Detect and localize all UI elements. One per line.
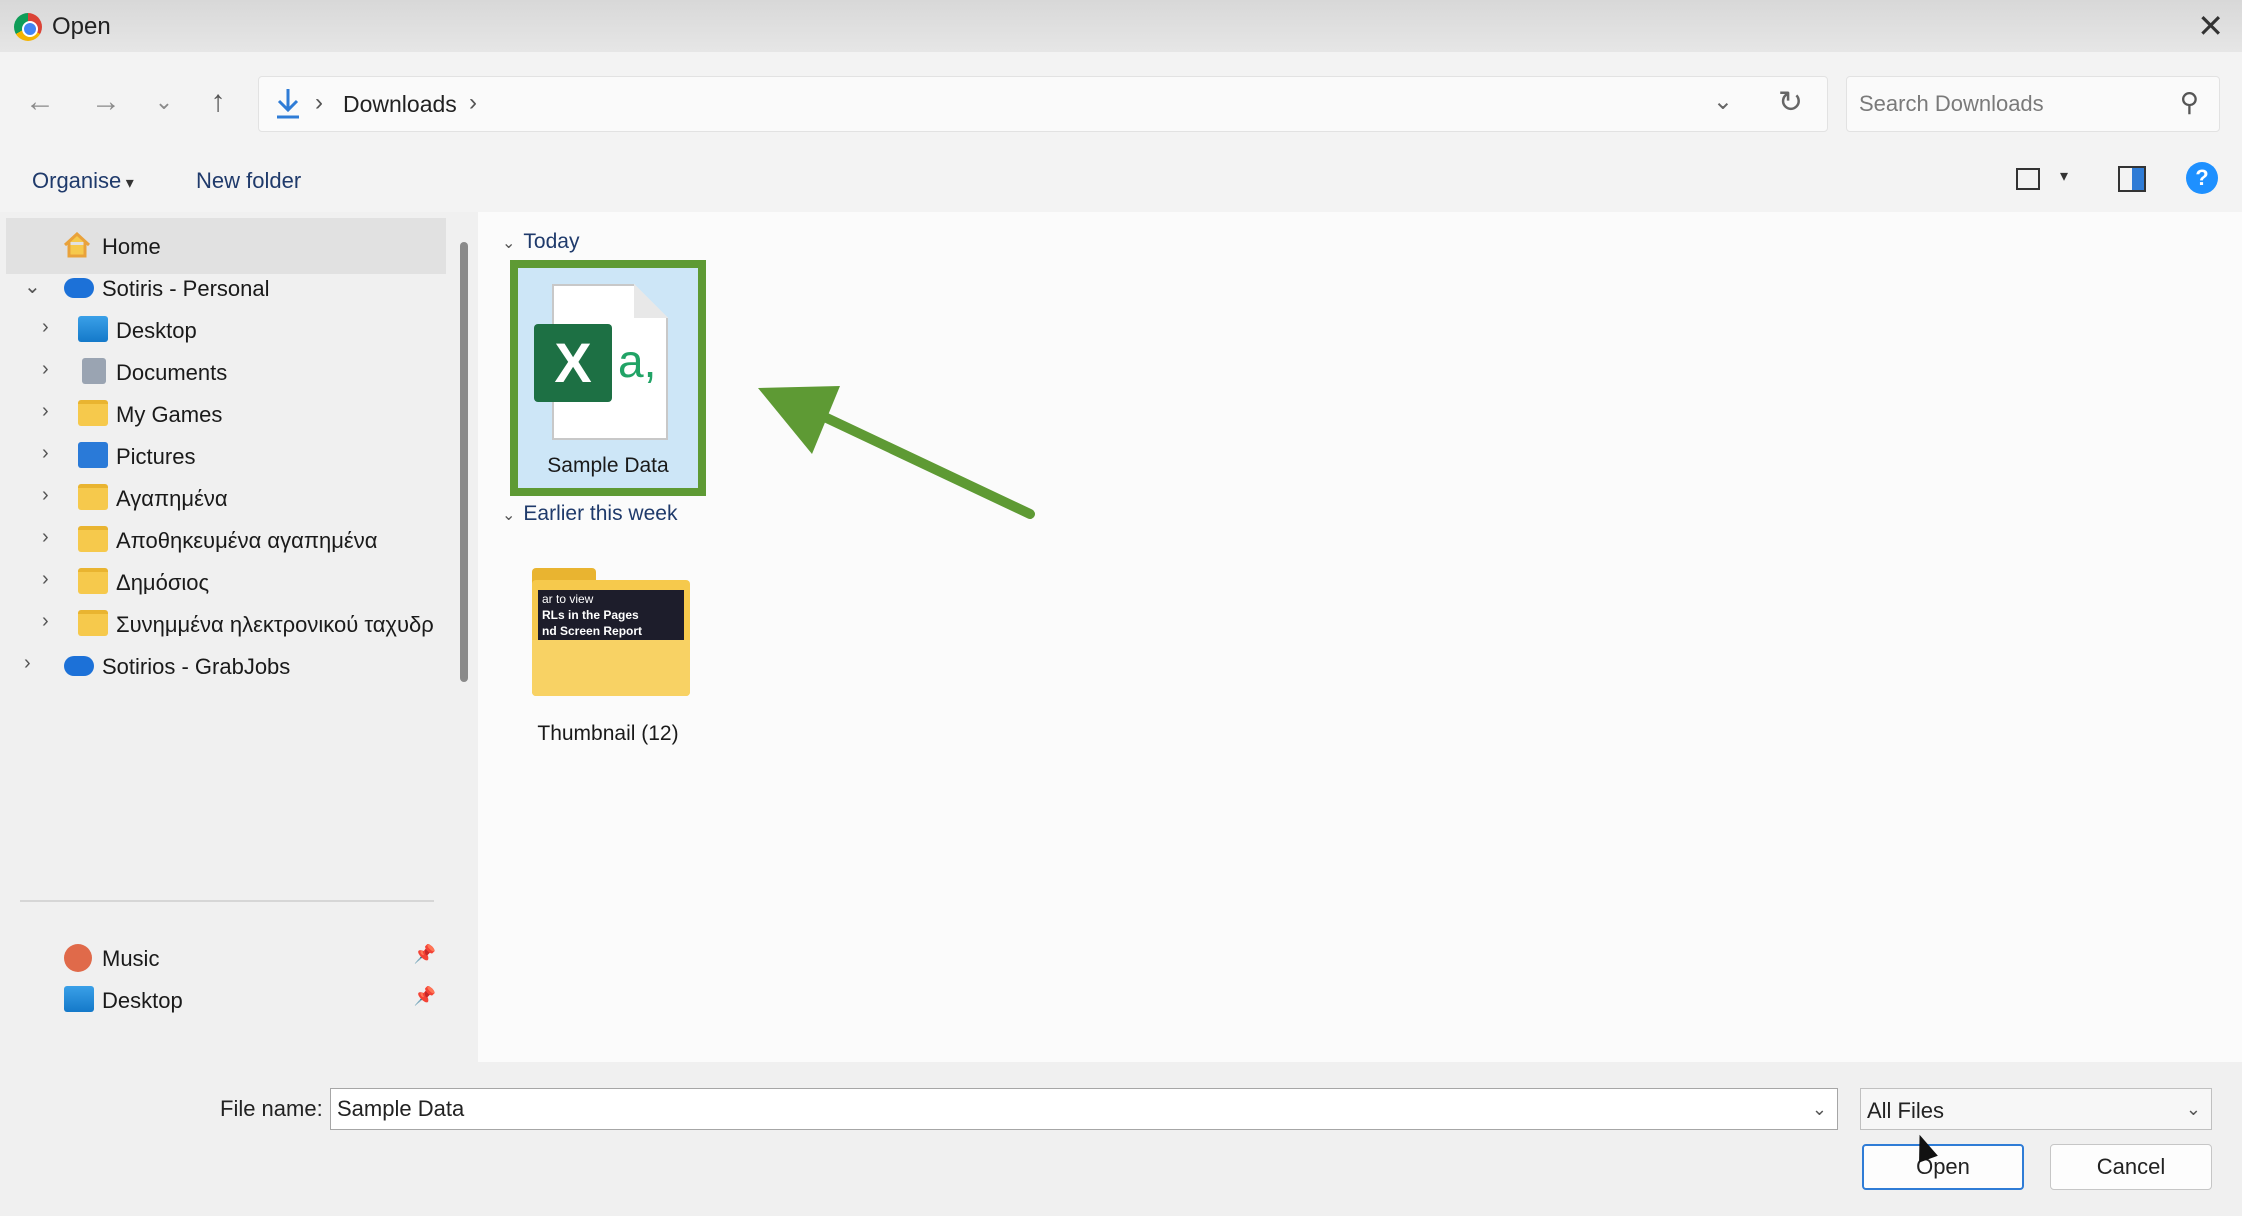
group-header-earlier[interactable]: ⌄ Earlier this week bbox=[502, 502, 677, 526]
chevron-down-icon[interactable]: ⌄ bbox=[1812, 1099, 1827, 1120]
pictures-folder-icon bbox=[78, 442, 108, 468]
file-name-input[interactable] bbox=[337, 1094, 1787, 1124]
new-folder-button[interactable]: New folder bbox=[196, 168, 301, 194]
open-button[interactable]: Open bbox=[1862, 1144, 2024, 1190]
sidebar-item-label: Αποθηκευμένα αγαπημένα bbox=[116, 528, 378, 553]
folder-icon bbox=[78, 400, 108, 426]
arrow-right-icon[interactable]: → bbox=[86, 82, 126, 122]
chevron-right-icon[interactable]: › bbox=[42, 442, 49, 465]
sidebar-item-label: Documents bbox=[116, 360, 228, 385]
sidebar-item-label: Αγαπημένα bbox=[116, 486, 228, 511]
refresh-icon[interactable]: ↻ bbox=[1778, 85, 1803, 120]
sidebar-item-label: Sotiris - Personal bbox=[102, 276, 270, 301]
documents-folder-icon bbox=[82, 358, 106, 384]
preview-text: ar to view bbox=[542, 592, 594, 606]
window-title: Open bbox=[52, 13, 111, 40]
preview-text: nd Screen Report bbox=[542, 624, 643, 638]
chevron-right-icon[interactable]: › bbox=[42, 610, 49, 633]
preview-text: RLs in the Pages bbox=[542, 608, 639, 622]
file-name-label: Thumbnail (12) bbox=[537, 722, 679, 745]
folder-front bbox=[532, 640, 690, 696]
sidebar-item-label: Sotirios - GrabJobs bbox=[102, 654, 291, 679]
chevron-right-icon[interactable]: › bbox=[42, 358, 49, 381]
sidebar-item-label: Pictures bbox=[116, 444, 196, 469]
view-mode-icon[interactable] bbox=[2016, 168, 2040, 190]
help-icon[interactable]: ? bbox=[2186, 162, 2218, 194]
excel-icon: X bbox=[534, 324, 612, 402]
chevron-right-icon[interactable]: › bbox=[42, 400, 49, 423]
sidebar-item-label: Desktop bbox=[102, 988, 183, 1013]
home-icon bbox=[63, 232, 91, 258]
sidebar-item-quick-desktop[interactable]: Desktop 📌 bbox=[6, 972, 446, 1028]
search-icon[interactable]: ⚲ bbox=[2180, 87, 2199, 118]
navigation-bar: ← → ⌄ ↑ › Downloads › ⌄ ↻ ⚲ bbox=[0, 52, 2242, 152]
organise-button[interactable]: Organise bbox=[32, 168, 134, 194]
sidebar-item-label: Music bbox=[102, 946, 160, 971]
desktop-folder-icon bbox=[78, 316, 108, 342]
folder-icon bbox=[78, 568, 108, 594]
csv-glyph-icon: a, bbox=[618, 335, 657, 387]
sidebar-item-sotirios-grabjobs[interactable]: › Sotirios - GrabJobs bbox=[6, 638, 446, 694]
file-type-select[interactable]: All Files ⌄ bbox=[1860, 1088, 2212, 1130]
annotation-arrow bbox=[758, 386, 1035, 519]
pin-icon[interactable]: 📌 bbox=[414, 986, 436, 1007]
music-icon bbox=[64, 944, 92, 972]
group-header-label: Earlier this week bbox=[523, 502, 678, 525]
breadcrumb-chevron-icon[interactable]: › bbox=[469, 89, 477, 117]
chrome-icon bbox=[14, 13, 42, 41]
breadcrumb-separator-icon: › bbox=[315, 89, 323, 116]
chevron-down-icon[interactable]: ⌄ bbox=[144, 82, 184, 122]
file-type-value: All Files bbox=[1867, 1098, 1945, 1123]
download-icon bbox=[277, 89, 299, 119]
sidebar-item-label: Δημόσιος bbox=[116, 570, 210, 595]
arrow-up-icon[interactable]: ↑ bbox=[198, 82, 238, 122]
cloud-icon bbox=[64, 278, 94, 298]
cloud-icon bbox=[64, 656, 94, 676]
navigation-pane: Home ⌄ Sotiris - Personal › Desktop › Do… bbox=[0, 212, 450, 1062]
address-dropdown-icon[interactable]: ⌄ bbox=[1713, 87, 1733, 116]
file-name-label: Sample Data bbox=[547, 454, 669, 477]
sidebar-item-label: Συνημμένα ηλεκτρονικού ταχυδρ bbox=[116, 612, 434, 637]
search-input[interactable] bbox=[1859, 87, 2159, 121]
address-bar[interactable]: › Downloads › ⌄ ↻ bbox=[258, 76, 1828, 132]
chevron-down-icon: ⌄ bbox=[502, 507, 516, 524]
page-fold bbox=[634, 284, 668, 318]
file-list: ⌄ Today X a, Sample Data ⌄ Earlier this we… bbox=[478, 212, 2242, 1062]
chevron-down-icon[interactable]: ⌄ bbox=[2186, 1099, 2201, 1120]
pin-icon[interactable]: 📌 bbox=[414, 944, 436, 965]
sidebar-item-label: My Games bbox=[116, 402, 223, 427]
breadcrumb-downloads[interactable]: Downloads bbox=[343, 91, 457, 118]
arrow-left-icon[interactable]: ← bbox=[20, 82, 60, 122]
folder-icon bbox=[78, 484, 108, 510]
chevron-right-icon[interactable]: › bbox=[42, 568, 49, 591]
view-dropdown-icon[interactable]: ▾ bbox=[2060, 166, 2068, 186]
close-icon[interactable]: ✕ bbox=[2197, 8, 2224, 44]
chevron-right-icon[interactable]: › bbox=[42, 316, 49, 339]
sidebar-item-label: Desktop bbox=[116, 318, 197, 343]
chevron-right-icon[interactable]: › bbox=[24, 652, 31, 675]
dialog-footer: File name: ⌄ All Files ⌄ Open Cancel bbox=[0, 1062, 2242, 1216]
folder-icon bbox=[78, 610, 108, 636]
file-name-label: File name: bbox=[220, 1096, 323, 1121]
folder-icon bbox=[78, 526, 108, 552]
search-box[interactable]: ⚲ bbox=[1846, 76, 2220, 132]
chevron-right-icon[interactable]: › bbox=[42, 526, 49, 549]
file-item-thumbnail-12[interactable]: ar to view RLs in the Pages nd Screen Re… bbox=[478, 542, 738, 772]
command-bar: Organise New folder ▾ ? bbox=[0, 152, 2242, 212]
chevron-down-icon[interactable]: ⌄ bbox=[24, 274, 41, 299]
chevron-right-icon[interactable]: › bbox=[42, 484, 49, 507]
title-bar: Open ✕ bbox=[0, 0, 2242, 52]
cancel-button[interactable]: Cancel bbox=[2050, 1144, 2212, 1190]
sidebar-scrollbar[interactable] bbox=[460, 242, 468, 682]
desktop-folder-icon bbox=[64, 986, 94, 1012]
folder-thumbnail-icon: ar to view RLs in the Pages nd Screen Re… bbox=[532, 568, 690, 696]
sidebar-item-label: Home bbox=[102, 234, 161, 259]
preview-pane-icon[interactable] bbox=[2118, 166, 2146, 192]
file-name-field[interactable]: ⌄ bbox=[330, 1088, 1838, 1130]
sidebar-divider bbox=[20, 900, 434, 902]
file-item-sample-data[interactable]: X a, Sample Data bbox=[478, 212, 738, 502]
